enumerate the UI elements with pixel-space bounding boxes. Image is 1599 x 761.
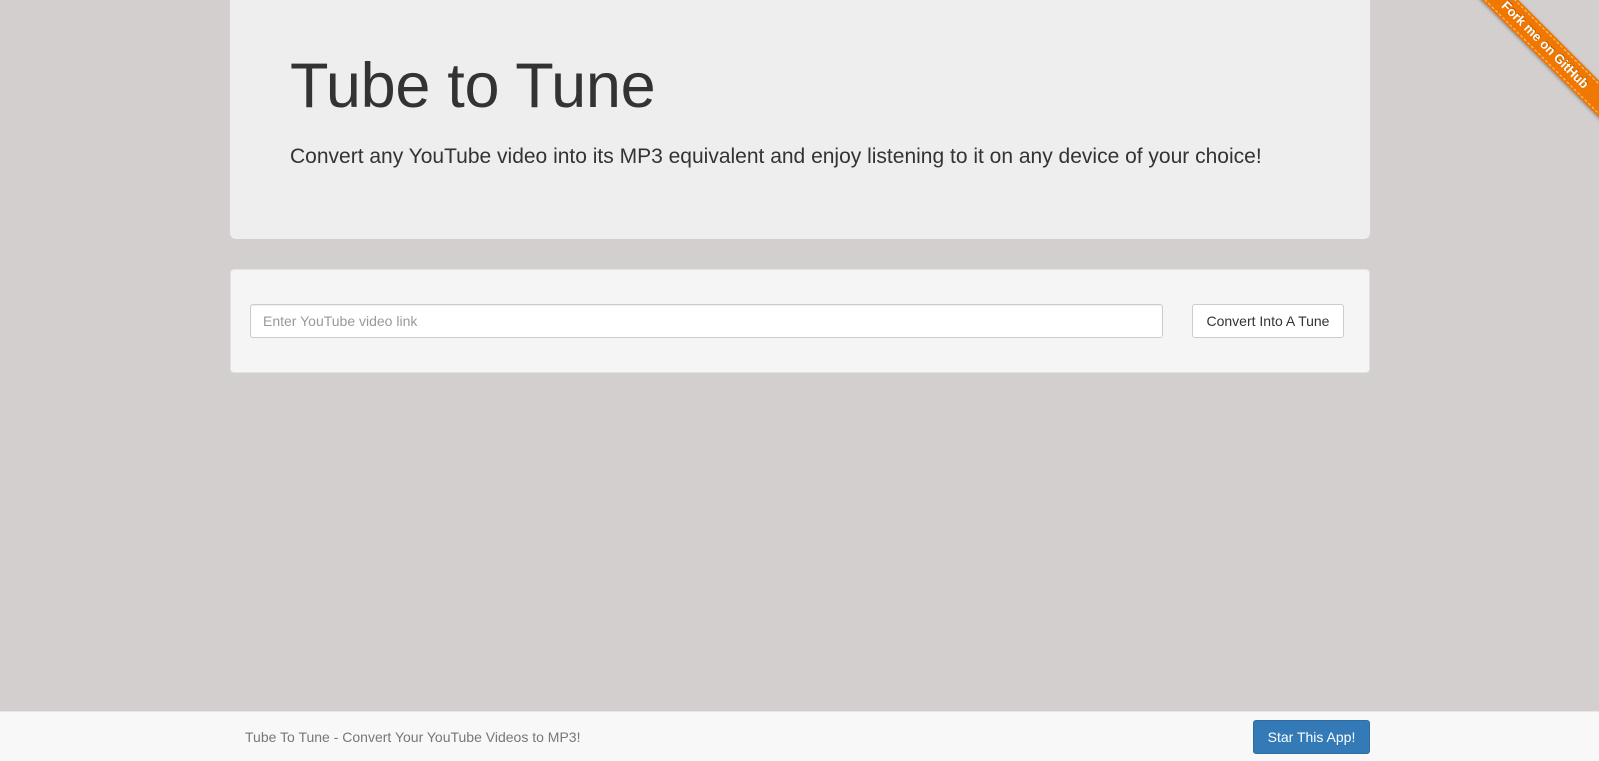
ribbon-label: Fork me on GitHub <box>1498 0 1593 92</box>
convert-button[interactable]: Convert Into A Tune <box>1192 304 1344 338</box>
jumbotron-header: Tube to Tune Convert any YouTube video i… <box>230 0 1370 239</box>
footer-text: Tube To Tune - Convert Your YouTube Vide… <box>245 729 581 745</box>
youtube-link-input[interactable] <box>250 304 1163 338</box>
page-title: Tube to Tune <box>290 51 656 121</box>
fork-on-github-ribbon[interactable]: Fork me on GitHub <box>1465 0 1599 125</box>
github-ribbon-container: Fork me on GitHub <box>1459 0 1599 140</box>
converter-panel: Convert Into A Tune <box>230 269 1370 373</box>
page-subtitle: Convert any YouTube video into its MP3 e… <box>290 145 1262 168</box>
star-app-button[interactable]: Star This App! <box>1253 720 1370 754</box>
footer: Tube To Tune - Convert Your YouTube Vide… <box>0 711 1599 761</box>
